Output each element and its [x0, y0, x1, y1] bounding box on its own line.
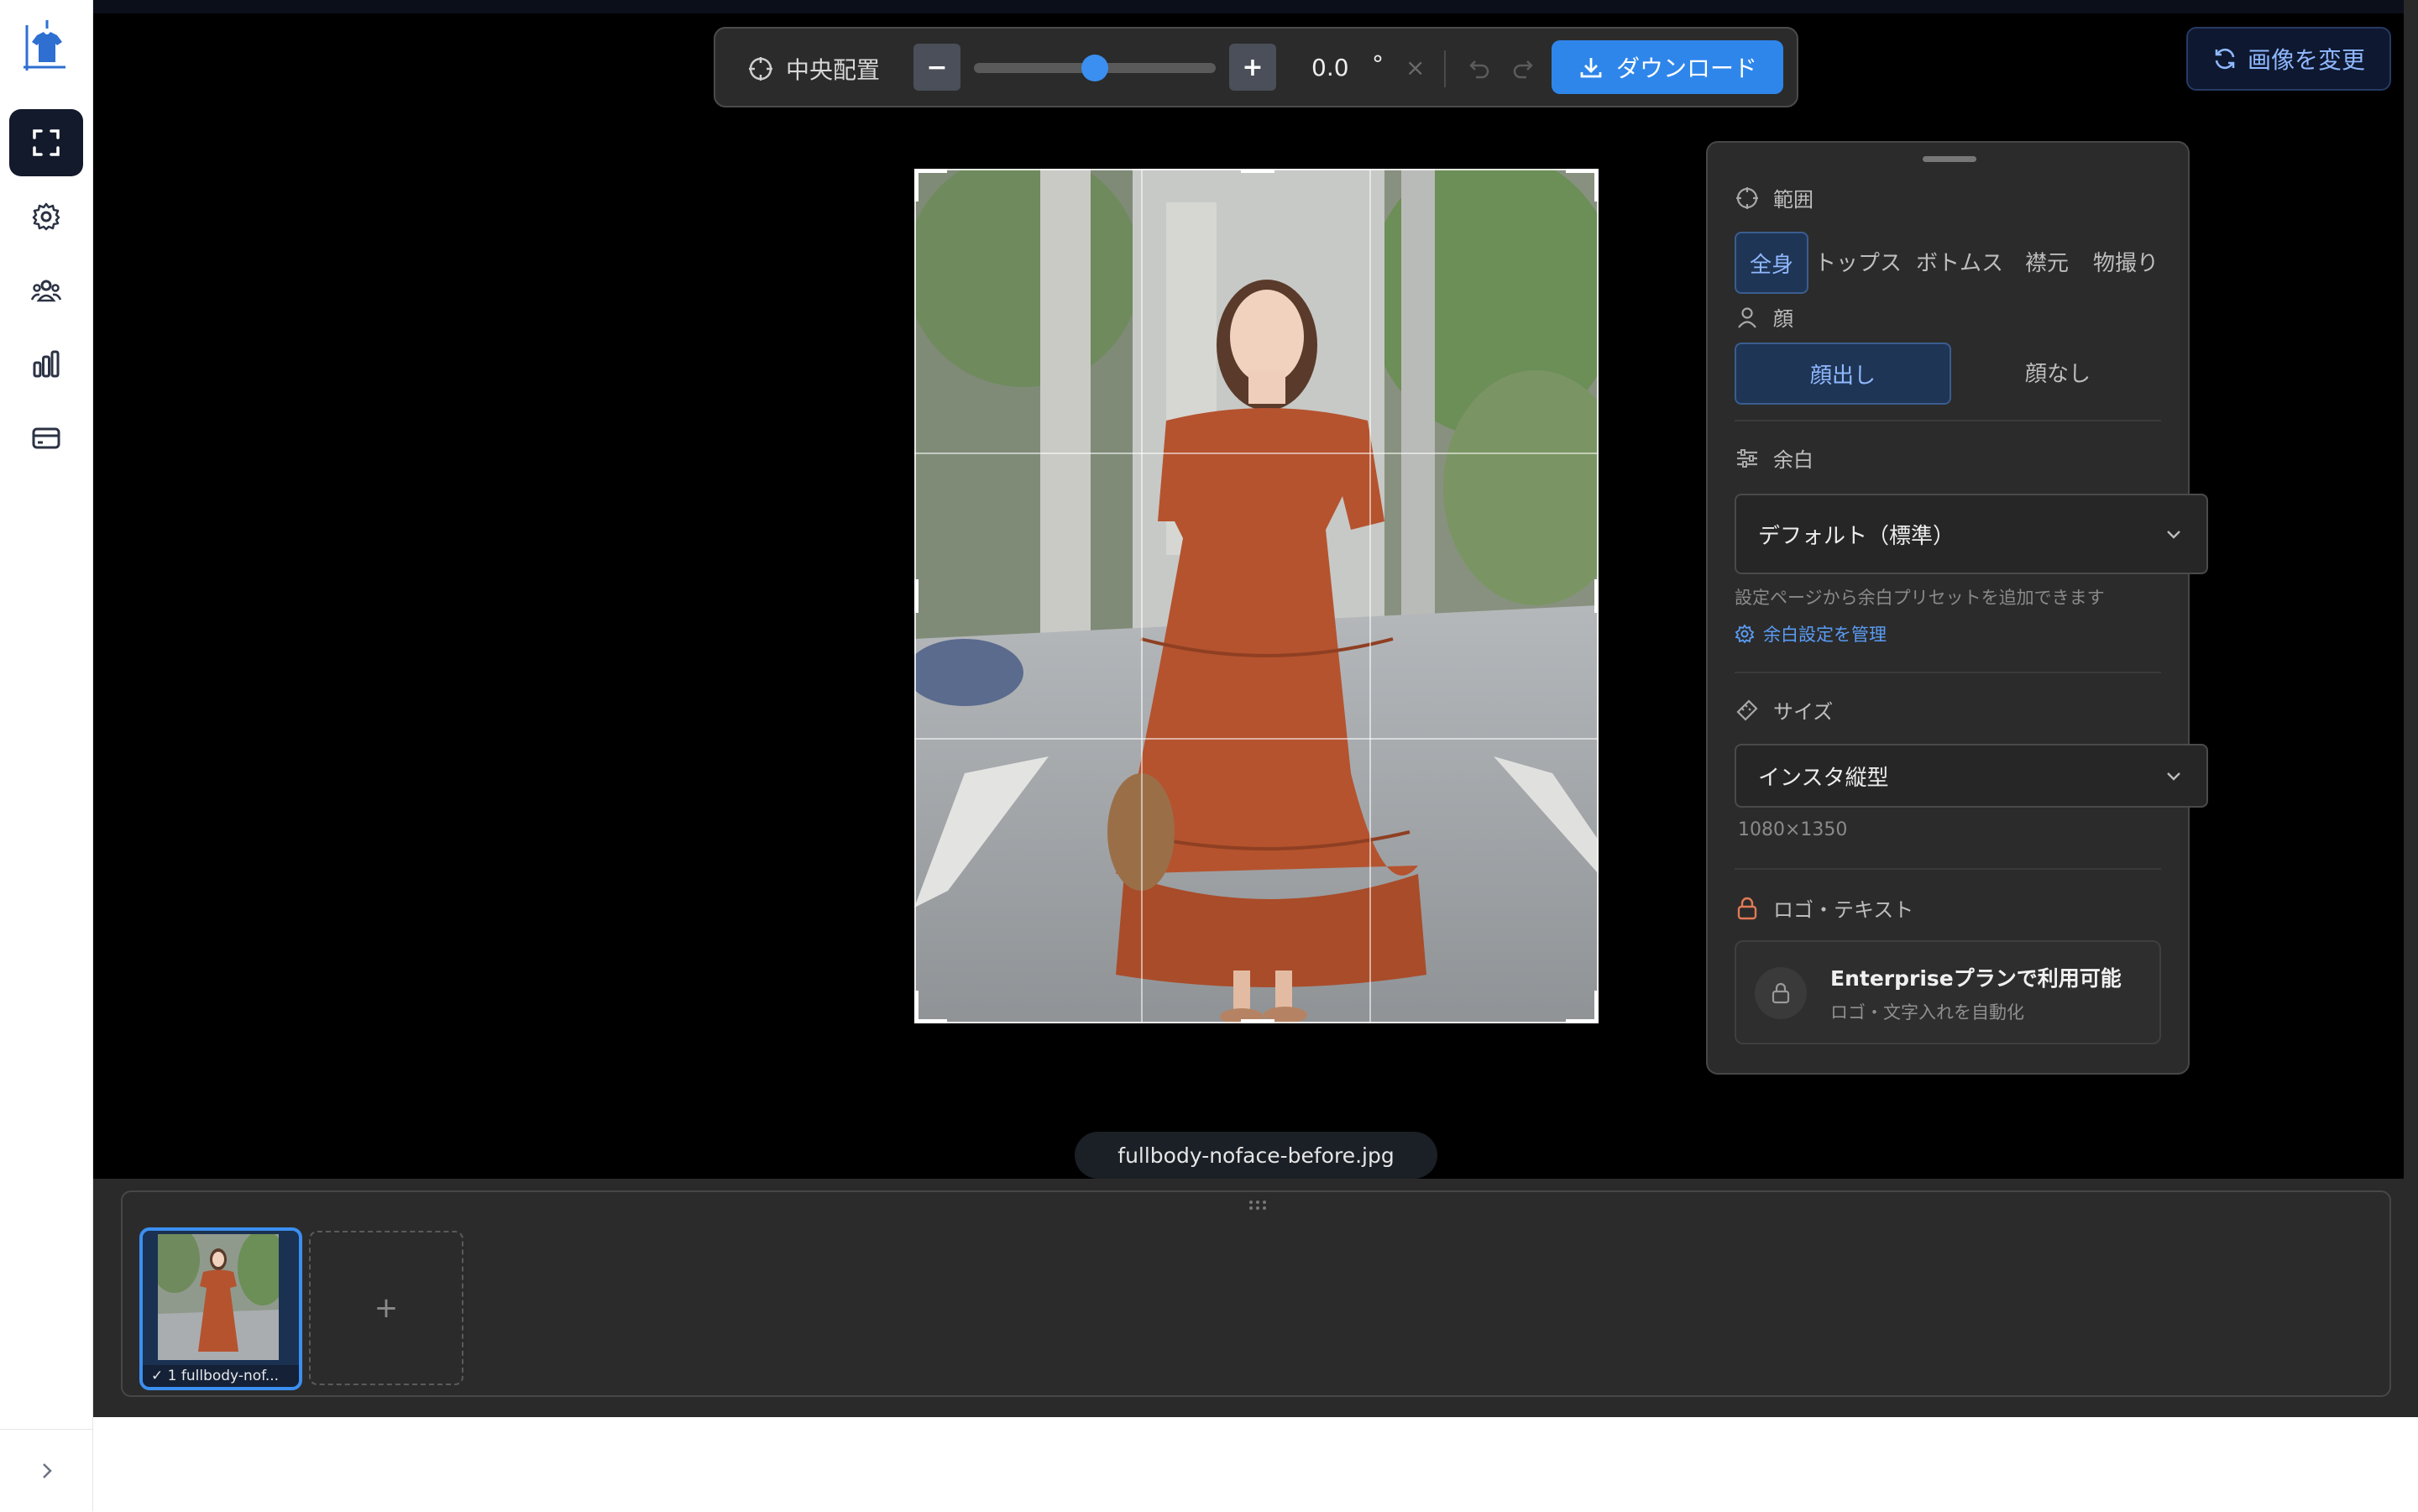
thumbnail-caption: ✓ 1 fullbody-nof...	[143, 1365, 299, 1387]
range-tab-tops[interactable]: トップス	[1812, 232, 1904, 290]
size-dimensions: 1080×1350	[1738, 819, 1848, 840]
settings-panel: 範囲 全身 トップス ボトムス 襟元 物撮り 顔 顔出し 顔なし 余白 デフォル…	[1706, 141, 2208, 1075]
change-image-button[interactable]: 画像を変更	[2186, 27, 2391, 91]
face-header: 顔	[1735, 302, 1793, 332]
center-align-button[interactable]: 中央配置	[747, 54, 880, 84]
sidebar-billing-button[interactable]	[9, 405, 83, 472]
sidebar-expand-button[interactable]	[0, 1429, 93, 1512]
margin-label: 余白	[1773, 448, 1814, 472]
zoom-slider-thumb[interactable]	[1081, 55, 1108, 81]
lock-icon	[1737, 897, 1757, 919]
crosshair-icon	[1736, 186, 1758, 209]
size-label: サイズ	[1773, 700, 1834, 724]
margin-manage-link[interactable]: 余白設定を管理	[1735, 621, 1887, 646]
face-option-hide[interactable]: 顔なし	[1951, 343, 2164, 401]
refresh-icon	[2215, 48, 2235, 70]
panel-divider	[1735, 868, 2161, 870]
download-label: ダウンロード	[1615, 55, 1757, 82]
range-tab-product[interactable]: 物撮り	[2084, 232, 2168, 290]
crop-handle-bottom[interactable]	[1241, 1019, 1274, 1023]
chevron-down-icon	[2167, 772, 2180, 781]
person-icon	[1738, 306, 1756, 328]
enterprise-upsell-card[interactable]: Enterpriseプランで利用可能 ロゴ・文字入れを自動化	[1735, 940, 2161, 1044]
tshirt-logo-icon	[24, 20, 65, 71]
change-image-label: 画像を変更	[2247, 46, 2365, 74]
size-select-value: インスタ縦型	[1758, 765, 1889, 791]
center-align-label: 中央配置	[786, 56, 881, 84]
sliders-icon	[1737, 448, 1757, 468]
sidebar-settings-button[interactable]	[9, 183, 83, 250]
enterprise-subtitle: ロゴ・文字入れを自動化	[1830, 1002, 2024, 1023]
rotation-value[interactable]: 0.0	[1311, 54, 1349, 81]
app-logo[interactable]	[22, 17, 72, 76]
range-header: 範囲	[1735, 183, 1814, 212]
panel-divider	[1735, 420, 2161, 421]
crop-handle-right[interactable]	[1594, 579, 1599, 613]
margin-select-value: デフォルト（標準）	[1758, 523, 1955, 549]
panel-drag-handle[interactable]	[1923, 156, 1976, 162]
face-label: 顔	[1773, 307, 1793, 331]
crop-toolbar: 中央配置 − + 0.0 ° × ダウンロード	[714, 27, 1798, 107]
range-tab-full-body[interactable]: 全身	[1735, 232, 1808, 294]
undo-icon	[1469, 60, 1489, 79]
crop-handle-top[interactable]	[1241, 169, 1274, 173]
bar-chart-icon	[33, 350, 60, 378]
credit-card-icon	[32, 427, 60, 449]
chevron-down-icon	[2167, 531, 2180, 539]
rotation-unit: °	[1372, 50, 1384, 78]
sidebar-users-button[interactable]	[9, 257, 83, 324]
logo-text-label: ロゴ・テキスト	[1773, 898, 1914, 922]
users-icon	[30, 280, 62, 302]
lock-icon	[1772, 982, 1790, 1004]
margin-header: 余白	[1735, 443, 1814, 473]
filmstrip: ✓ 1 fullbody-nof... +	[121, 1190, 2391, 1397]
redo-icon	[1513, 60, 1533, 79]
thumbnail-image	[158, 1234, 279, 1360]
enterprise-title: Enterpriseプランで利用可能	[1830, 966, 2122, 991]
rotation-reset-button[interactable]: ×	[1405, 54, 1425, 81]
size-header: サイズ	[1735, 695, 1833, 725]
margin-select[interactable]: デフォルト（標準）	[1735, 494, 2208, 574]
zoom-out-button[interactable]: −	[913, 44, 960, 91]
toolbar-divider	[1444, 50, 1446, 87]
gear-icon	[32, 202, 60, 231]
enterprise-lock-badge	[1755, 967, 1807, 1019]
add-image-slot[interactable]: +	[309, 1231, 463, 1385]
margin-manage-label: 余白設定を管理	[1763, 625, 1887, 645]
crop-handle-bottom-left[interactable]	[914, 991, 947, 1023]
sidebar-analytics-button[interactable]	[9, 331, 83, 398]
sidebar	[0, 0, 93, 1511]
sidebar-crop-button[interactable]	[9, 109, 83, 176]
ruler-icon	[1736, 698, 1758, 721]
crop-handle-top-right[interactable]	[1566, 169, 1599, 201]
range-label: 範囲	[1773, 188, 1814, 212]
crop-frame	[914, 169, 1599, 1023]
zoom-in-button[interactable]: +	[1229, 44, 1276, 91]
crop-photo[interactable]	[914, 169, 1599, 1023]
undo-button[interactable]	[1464, 54, 1493, 82]
panel-divider	[1735, 672, 2161, 673]
crosshair-icon	[749, 57, 772, 81]
canvas-top-strip	[93, 0, 2404, 13]
download-button[interactable]: ダウンロード	[1552, 40, 1783, 94]
image-thumbnail[interactable]: ✓ 1 fullbody-nof...	[139, 1227, 302, 1390]
filmstrip-drag-handle[interactable]	[1248, 1199, 1268, 1212]
logo-text-header: ロゴ・テキスト	[1735, 893, 1913, 923]
margin-hint: 設定ページから余白プリセットを追加できます	[1735, 588, 2105, 608]
filename-label: fullbody-noface-before.jpg	[1075, 1132, 1437, 1179]
face-option-show[interactable]: 顔出し	[1735, 343, 1951, 405]
crop-handle-bottom-right[interactable]	[1566, 991, 1599, 1023]
size-select[interactable]: インスタ縦型	[1735, 744, 2208, 808]
grip-dots-icon	[1249, 1201, 1266, 1210]
crop-handle-top-left[interactable]	[914, 169, 947, 201]
range-tab-collar[interactable]: 襟元	[2013, 232, 2080, 290]
fullscreen-icon	[33, 129, 60, 156]
redo-button[interactable]	[1510, 54, 1538, 82]
gear-icon	[1735, 624, 1755, 644]
chevron-right-icon	[42, 1463, 52, 1478]
download-icon	[1580, 58, 1602, 78]
range-tab-bottoms[interactable]: ボトムス	[1909, 232, 2010, 290]
crop-handle-left[interactable]	[914, 579, 919, 613]
